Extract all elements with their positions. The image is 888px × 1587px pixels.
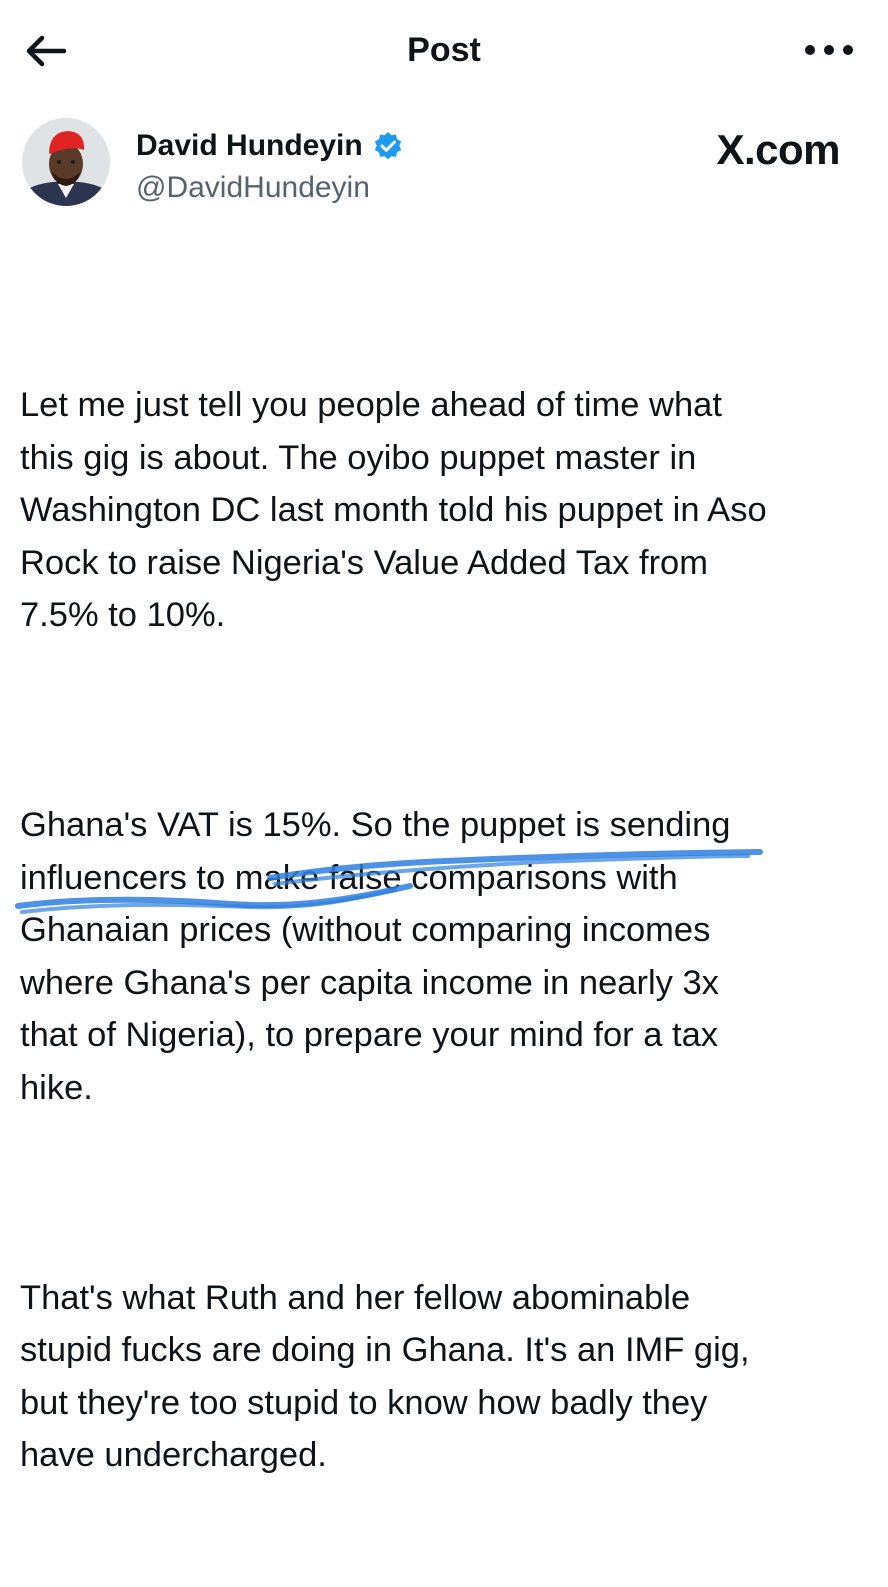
page-title: Post xyxy=(407,31,481,69)
post-text: Let me just tell you people ahead of tim… xyxy=(20,274,870,1587)
author-handle[interactable]: @DavidHundeyin xyxy=(136,170,370,206)
watermark-text: X.com xyxy=(716,126,840,173)
post-paragraph: Let me just tell you people ahead of tim… xyxy=(20,386,767,634)
more-horizontal-icon xyxy=(805,45,853,55)
post-header: David Hundeyin @DavidHundeyin X.com xyxy=(0,110,888,220)
author-name[interactable]: David Hundeyin xyxy=(136,128,363,164)
profile-photo-icon xyxy=(22,118,110,206)
more-options-button[interactable] xyxy=(794,30,864,70)
verified-badge-icon xyxy=(374,132,401,160)
avatar[interactable] xyxy=(22,118,110,206)
post-paragraph: That's what Ruth and her fellow abominab… xyxy=(20,1278,750,1475)
post-paragraph: Ghana's VAT is 15%. So the puppet is sen… xyxy=(20,806,731,1107)
top-bar: Post xyxy=(0,0,888,100)
